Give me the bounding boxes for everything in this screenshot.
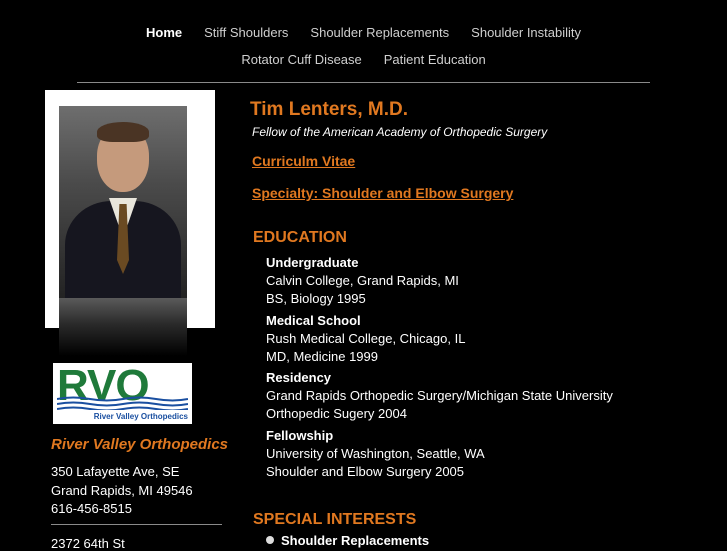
nav-link-shoulder-instability[interactable]: Shoulder Instability [471, 25, 581, 40]
photo-reflection [59, 298, 187, 356]
logo-tagline: River Valley Orthopedics [93, 412, 188, 421]
top-nav-row-2: Rotator Cuff Disease Patient Education [0, 52, 727, 67]
address-line-3: 2372 64th St [51, 536, 125, 551]
education-line: Orthopedic Sugery 2004 [266, 406, 407, 421]
doctor-name: Tim Lenters, M.D. [250, 99, 409, 120]
rvo-logo: RVO River Valley Orthopedics [53, 363, 192, 424]
bullet-icon [266, 536, 274, 544]
fellowship-text: Fellow of the American Academy of Orthop… [252, 125, 548, 139]
nav-divider [77, 82, 650, 83]
doctor-photo-frame [45, 90, 215, 328]
education-title-residency: Residency [266, 370, 332, 385]
address-line-1: 350 Lafayette Ave, SE [51, 464, 180, 479]
education-line: BS, Biology 1995 [266, 291, 366, 306]
nav-link-rotator-cuff-disease[interactable]: Rotator Cuff Disease [241, 52, 361, 67]
education-title-fellowship: Fellowship [266, 428, 334, 443]
top-nav-row-1: Home Stiff Shoulders Shoulder Replacemen… [0, 25, 727, 40]
phone-number: 616-456-8515 [51, 501, 132, 516]
education-title-undergraduate: Undergraduate [266, 255, 359, 270]
specialty-link[interactable]: Specialty: Shoulder and Elbow Surgery [252, 185, 513, 201]
education-line: MD, Medicine 1999 [266, 349, 378, 364]
special-interests-heading: SPECIAL INTERESTS [253, 511, 417, 528]
doctor-photo [59, 106, 187, 298]
sidebar-divider [51, 524, 222, 525]
logo-waves-icon [57, 396, 188, 410]
nav-link-shoulder-replacements[interactable]: Shoulder Replacements [310, 25, 449, 40]
education-line: Grand Rapids Orthopedic Surgery/Michigan… [266, 388, 613, 403]
nav-link-stiff-shoulders[interactable]: Stiff Shoulders [204, 25, 288, 40]
education-line: University of Washington, Seattle, WA [266, 446, 485, 461]
education-line: Shoulder and Elbow Surgery 2005 [266, 464, 465, 479]
nav-link-home[interactable]: Home [146, 25, 182, 40]
curriculum-vitae-link[interactable]: Curriculm Vitae [252, 153, 355, 169]
org-name: River Valley Orthopedics [51, 436, 229, 453]
interest-item: Shoulder Replacements [281, 533, 430, 548]
education-line: Rush Medical College, Chicago, IL [266, 331, 466, 346]
education-heading: EDUCATION [253, 229, 347, 246]
education-title-medical-school: Medical School [266, 313, 361, 328]
nav-link-patient-education[interactable]: Patient Education [384, 52, 486, 67]
education-line: Calvin College, Grand Rapids, MI [266, 273, 459, 288]
address-line-2: Grand Rapids, MI 49546 [51, 483, 193, 498]
